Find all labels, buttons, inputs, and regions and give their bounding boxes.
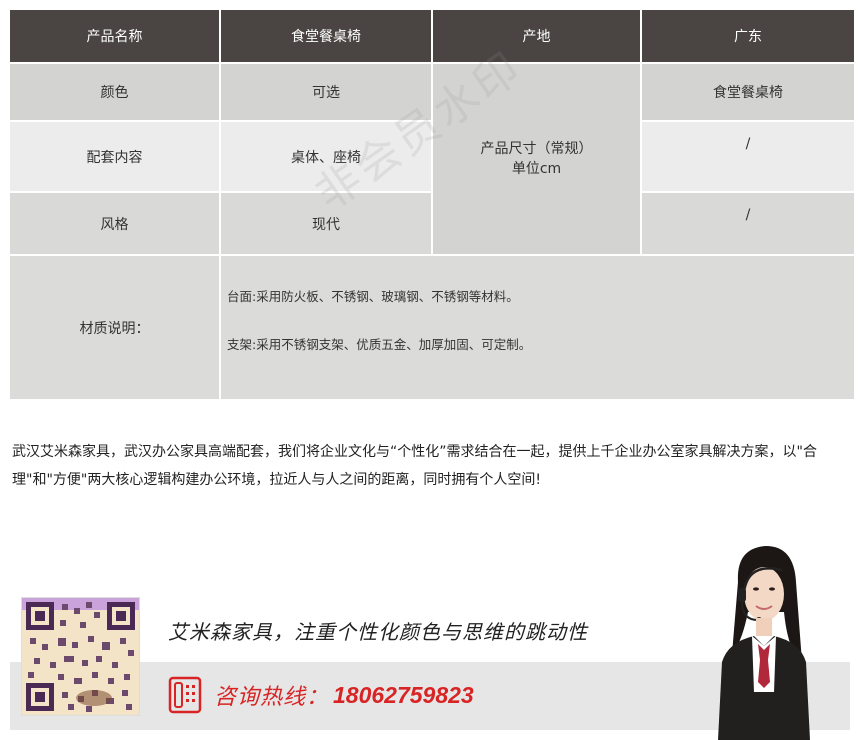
size-unit: 单位cm [511, 161, 562, 177]
color-label: 颜色 [10, 64, 219, 120]
size-value: / [642, 122, 854, 191]
style-right-value: / [642, 193, 854, 254]
color-value: 可选 [221, 64, 431, 120]
header-product-name-label: 产品名称 [10, 10, 219, 62]
size-cell: 产品尺寸（常规） 单位cm [433, 64, 640, 254]
hotline-number[interactable]: 18062759823 [333, 682, 474, 709]
hotline: 咨询热线： 18062759823 [168, 676, 474, 714]
hotline-label: 咨询热线： [214, 685, 330, 710]
spec-table: 产品名称 食堂餐桌椅 产地 广东 颜色 可选 产品尺寸（常规） 单位cm 食堂餐… [10, 10, 854, 399]
color-right-value: 食堂餐桌椅 [642, 64, 854, 120]
material-description: 台面:采用防火板、不锈钢、玻璃钢、不锈钢等材料。 支架:采用不锈钢支架、优质五金… [221, 256, 854, 399]
size-label: 产品尺寸（常规） [480, 141, 593, 157]
phone-icon [168, 676, 202, 714]
qr-code-icon [21, 597, 140, 716]
material-label: 材质说明： [10, 256, 219, 399]
header-product-name-value: 食堂餐桌椅 [221, 10, 431, 62]
header-origin-label: 产地 [433, 10, 640, 62]
style-value: 现代 [221, 193, 431, 254]
material-line-frame: 支架:采用不锈钢支架、优质五金、加厚加固、可定制。 [227, 337, 532, 352]
slogan: 艾米森家具，注重个性化颜色与思维的跳动性 [168, 620, 588, 644]
company-intro: 武汉艾米森家具，武汉办公家具高端配套，我们将企业文化与“个性化”需求结合在一起，… [12, 444, 817, 488]
contents-value: 桌体、座椅 [221, 122, 431, 191]
header-origin-value: 广东 [642, 10, 854, 62]
style-label: 风格 [10, 193, 219, 254]
contents-label: 配套内容 [10, 122, 219, 191]
customer-service-agent-icon [718, 546, 810, 740]
material-line-top: 台面:采用防火板、不锈钢、玻璃钢、不锈钢等材料。 [227, 289, 519, 304]
